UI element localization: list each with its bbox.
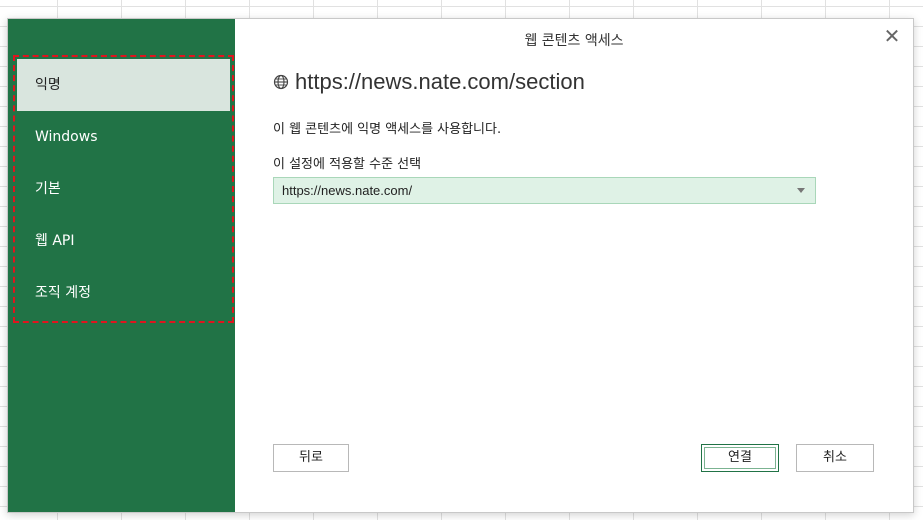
- connect-button-focus-ring: [704, 447, 776, 469]
- connect-button[interactable]: 연결: [701, 444, 779, 472]
- url-text: https://news.nate.com/section: [295, 69, 585, 94]
- auth-method-list: 익명 Windows 기본 웹 API 조직 계정: [13, 55, 234, 323]
- dialog-content: 웹 콘텐츠 액세스 ✕ https://news.nate.com/sectio…: [235, 19, 913, 512]
- level-select-value: https://news.nate.com/: [282, 183, 413, 198]
- auth-item-anonymous[interactable]: 익명: [17, 59, 230, 111]
- web-content-access-dialog: 익명 Windows 기본 웹 API 조직 계정 웹 콘텐츠 액세스 ✕ ht…: [7, 18, 914, 513]
- auth-sidebar: 익명 Windows 기본 웹 API 조직 계정: [8, 19, 235, 512]
- description-text: 이 웹 콘텐츠에 익명 액세스를 사용합니다.: [273, 122, 502, 137]
- auth-item-web-api[interactable]: 웹 API: [17, 215, 230, 267]
- level-select-label: 이 설정에 적용할 수준 선택: [273, 157, 422, 172]
- chevron-down-icon: [797, 188, 805, 193]
- dialog-title: 웹 콘텐츠 액세스: [524, 33, 624, 49]
- globe-icon: [273, 74, 289, 90]
- cancel-button[interactable]: 취소: [796, 444, 874, 472]
- close-icon[interactable]: ✕: [881, 25, 903, 47]
- back-button[interactable]: 뒤로: [273, 444, 349, 472]
- auth-item-basic[interactable]: 기본: [17, 163, 230, 215]
- auth-item-org-account[interactable]: 조직 계정: [17, 267, 230, 319]
- level-select[interactable]: https://news.nate.com/: [273, 177, 816, 204]
- auth-item-windows[interactable]: Windows: [17, 111, 230, 163]
- url-row: https://news.nate.com/section: [273, 69, 585, 95]
